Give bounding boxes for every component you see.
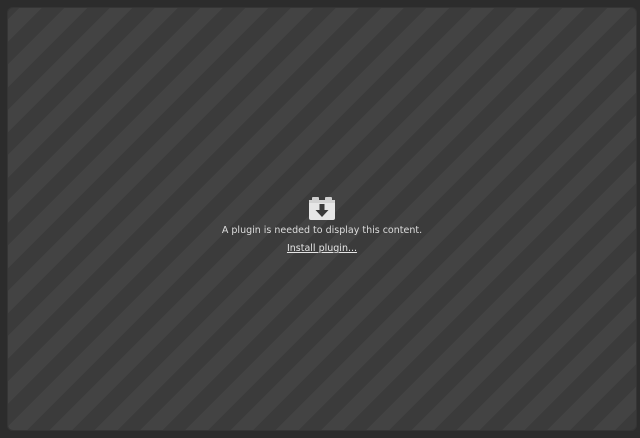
plugin-notice: A plugin is needed to display this conte… xyxy=(7,197,637,255)
missing-plugin-placeholder: A plugin is needed to display this conte… xyxy=(7,7,637,431)
plugin-download-icon xyxy=(309,197,335,220)
plugin-needed-message: A plugin is needed to display this conte… xyxy=(221,225,423,236)
install-plugin-link[interactable]: Install plugin... xyxy=(287,243,357,254)
browser-viewport: A plugin is needed to display this conte… xyxy=(0,0,640,438)
